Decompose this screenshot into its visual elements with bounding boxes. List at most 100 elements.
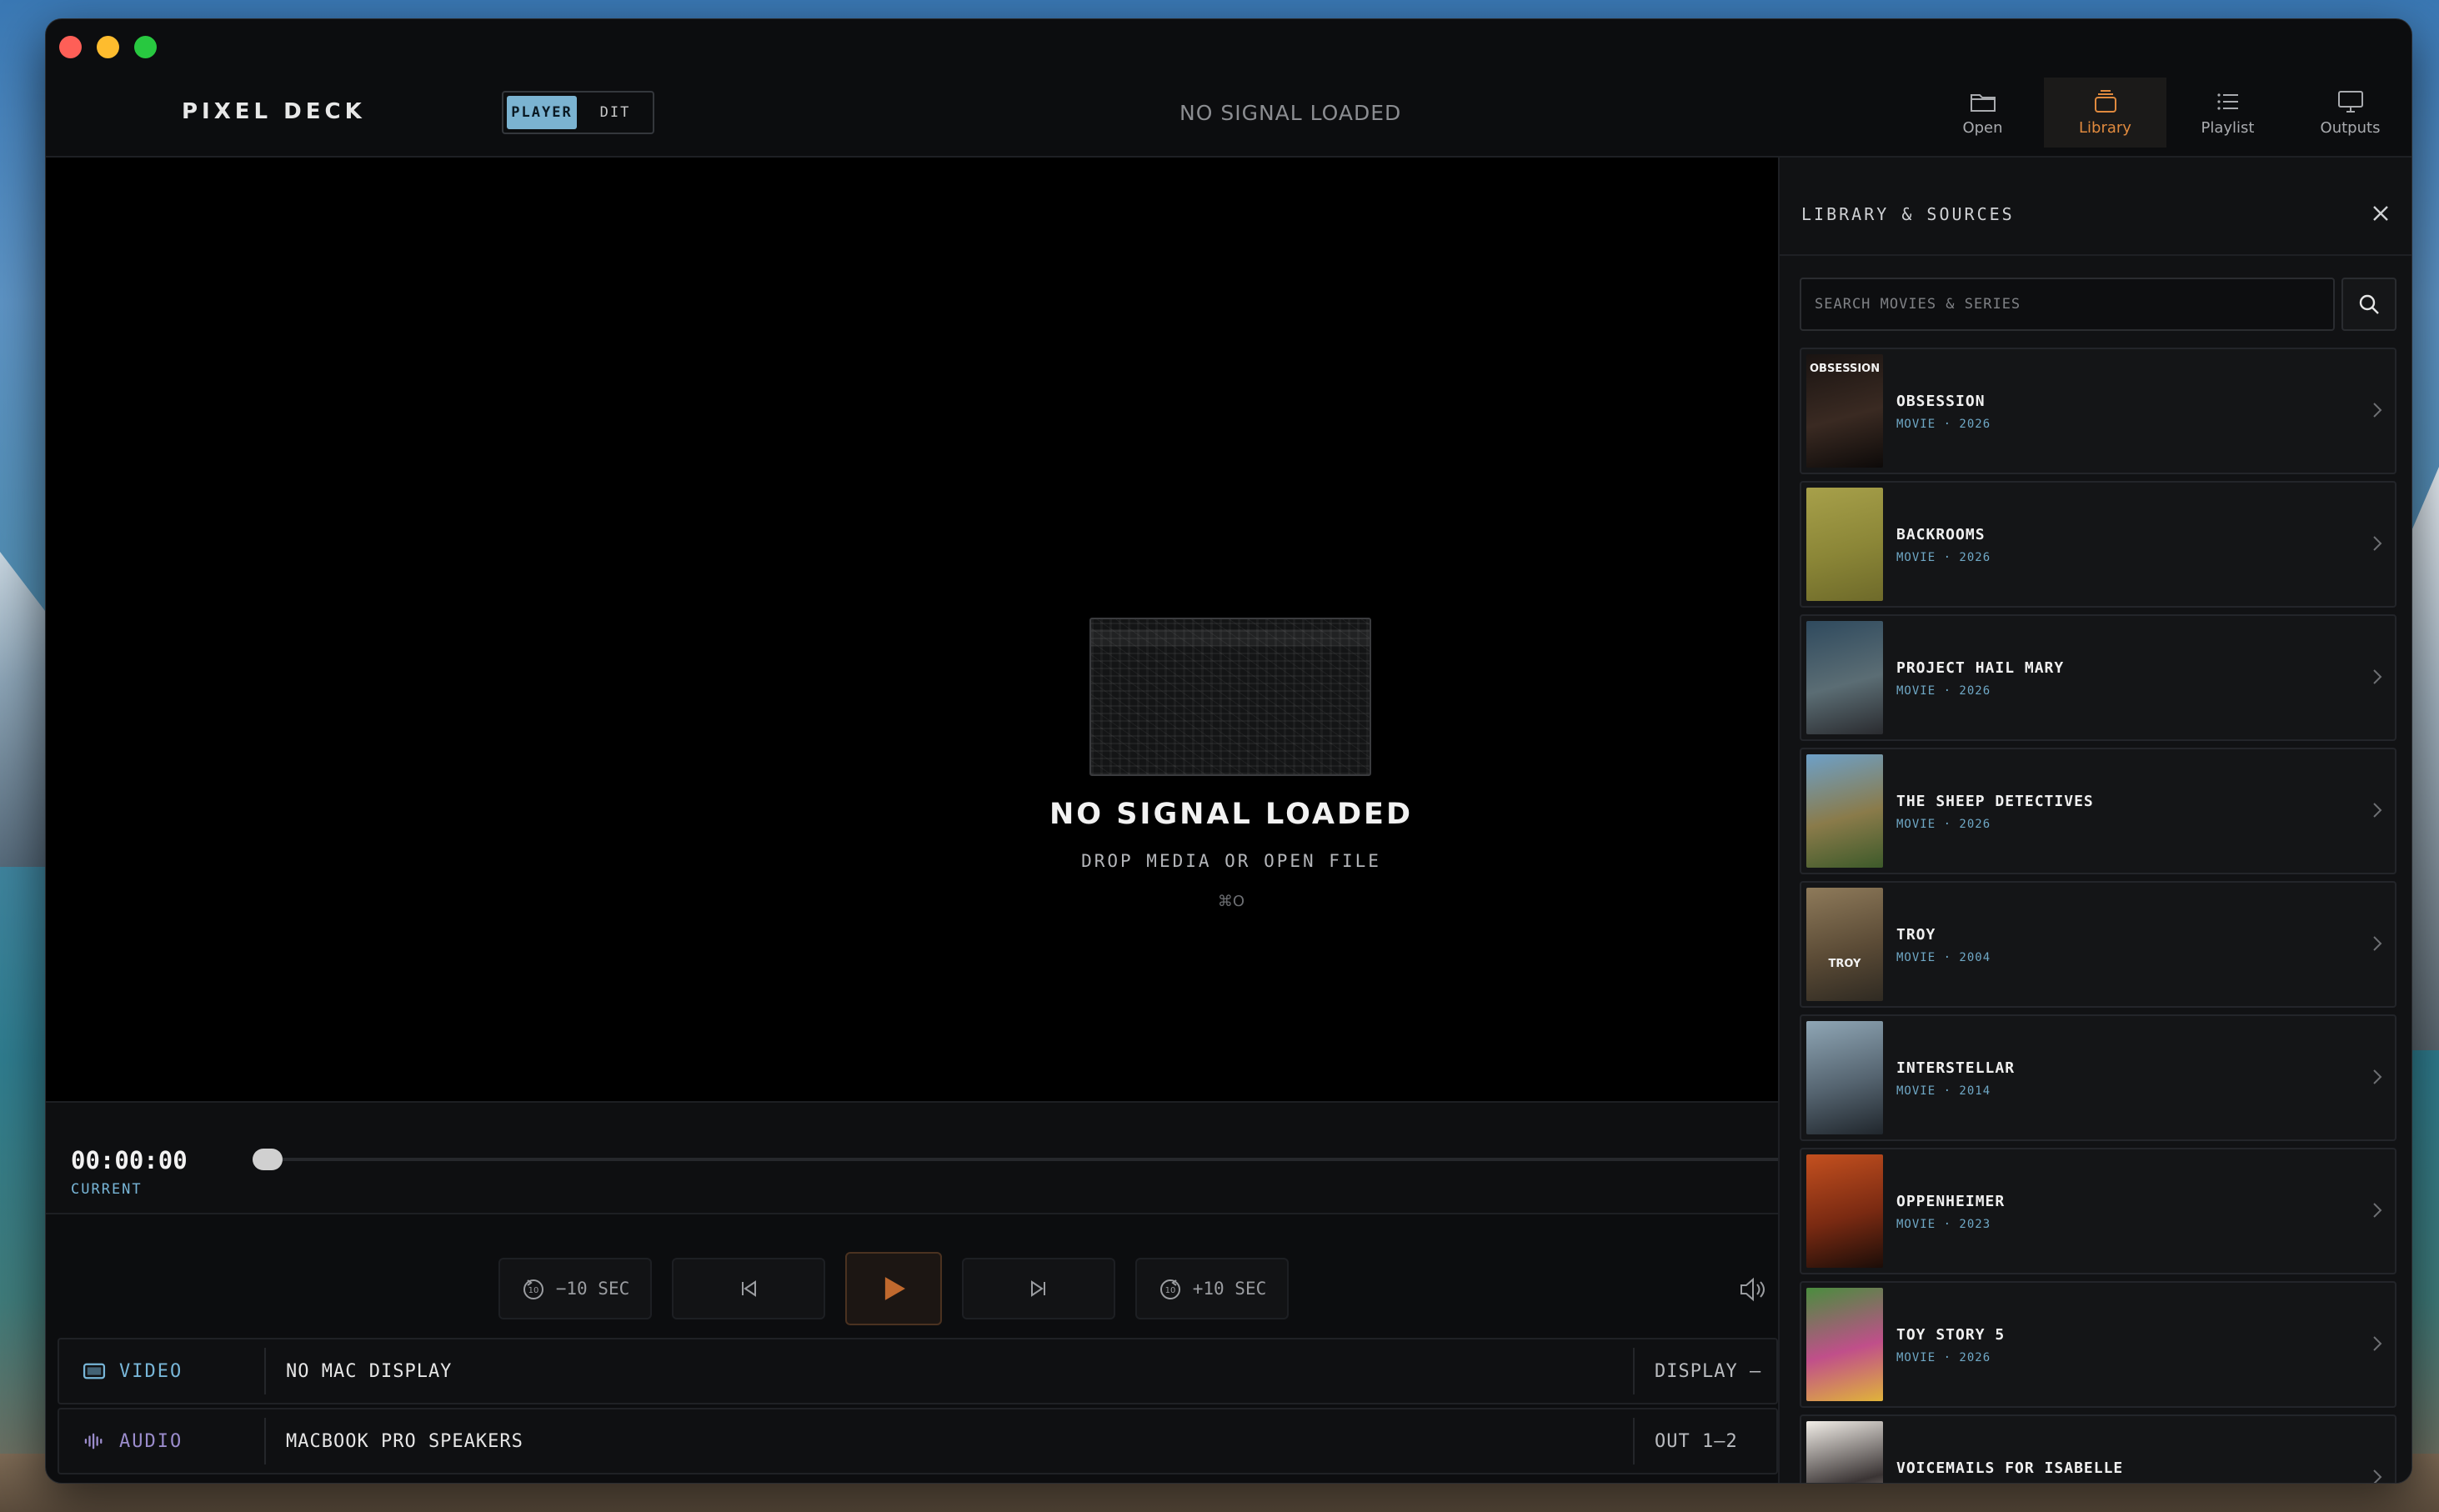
audio-output-row[interactable]: AUDIO MACBOOK PRO SPEAKERS OUT 1–2 xyxy=(58,1408,1778,1474)
chevron-right-icon xyxy=(2373,669,2382,684)
poster-image xyxy=(1806,1421,1883,1483)
library-item-meta: MOVIE · 2026 xyxy=(1896,551,1991,564)
folder-icon xyxy=(1970,93,1996,112)
open-shortcut-hint: ⌘O xyxy=(1217,893,1245,910)
library-button[interactable]: Library xyxy=(2044,78,2166,148)
top-bar: PIXEL DECK PLAYER DIT NO SIGNAL LOADED O… xyxy=(46,19,2411,158)
rewind-10-icon: 10 xyxy=(523,1279,543,1299)
video-viewer[interactable]: NO SIGNAL LOADED DROP MEDIA OR OPEN FILE… xyxy=(46,158,1778,1101)
poster-text: OBSESSION xyxy=(1810,363,1881,375)
previous-frame-button[interactable] xyxy=(672,1258,825,1319)
library-item-meta: MOVIE · 2026 xyxy=(1896,1351,1991,1364)
poster-image: TROY xyxy=(1806,888,1883,1001)
video-device: NO MAC DISPLAY xyxy=(286,1360,453,1382)
poster-image xyxy=(1806,488,1883,601)
library-item[interactable]: PROJECT HAIL MARY MOVIE · 2026 xyxy=(1800,614,2396,741)
library-panel: LIBRARY & SOURCES OBSESSION OBSESSION MOVI… xyxy=(1778,158,2411,1483)
monitor-icon xyxy=(2337,90,2363,113)
skip-forward-label: +10 SEC xyxy=(1192,1279,1267,1299)
timecode: 00:00:00 xyxy=(71,1146,188,1174)
library-item-title: VOICEMAILS FOR ISABELLE xyxy=(1896,1459,2124,1477)
library-item-title: BACKROOMS xyxy=(1896,526,1986,543)
play-button[interactable] xyxy=(845,1252,942,1325)
next-frame-button[interactable] xyxy=(962,1258,1115,1319)
library-item-meta: MOVIE · 2004 xyxy=(1896,951,1991,964)
library-item-meta: MOVIE · 2026 xyxy=(1896,818,1991,831)
chevron-right-icon xyxy=(2373,536,2382,551)
chevron-right-icon xyxy=(2373,1469,2382,1483)
library-panel-title: LIBRARY & SOURCES xyxy=(1801,204,2015,224)
scrub-track[interactable] xyxy=(254,1158,1778,1161)
library-item[interactable]: BACKROOMS MOVIE · 2026 xyxy=(1800,481,2396,608)
mode-dit-button[interactable]: DIT xyxy=(582,96,649,129)
mode-toggle: PLAYER DIT xyxy=(502,91,654,134)
video-kind: VIDEO xyxy=(59,1348,266,1394)
library-item[interactable]: OPPENHEIMER MOVIE · 2023 xyxy=(1800,1148,2396,1274)
poster-image xyxy=(1806,1154,1883,1268)
poster-image xyxy=(1806,1288,1883,1401)
close-icon[interactable] xyxy=(2370,203,2391,224)
chevron-right-icon xyxy=(2373,403,2382,418)
signal-status: NO SIGNAL LOADED xyxy=(1179,101,1402,125)
open-label: Open xyxy=(1962,118,2003,137)
poster-image: OBSESSION xyxy=(1806,354,1883,468)
library-label: Library xyxy=(2079,118,2131,137)
audio-device: MACBOOK PRO SPEAKERS xyxy=(286,1430,523,1452)
playlist-label: Playlist xyxy=(2201,118,2255,137)
no-signal-placeholder xyxy=(1089,618,1371,776)
chevron-right-icon xyxy=(2373,936,2382,951)
audio-route[interactable]: OUT 1–2 xyxy=(1633,1418,1776,1464)
library-item-meta: MOVIE · 2014 xyxy=(1896,1084,1991,1098)
chevron-right-icon xyxy=(2373,1069,2382,1084)
audio-kind: AUDIO xyxy=(59,1418,266,1464)
display-icon xyxy=(83,1363,106,1379)
chevron-right-icon xyxy=(2373,803,2382,818)
svg-text:10: 10 xyxy=(528,1286,538,1295)
library-item[interactable]: TOY STORY 5 MOVIE · 2026 xyxy=(1800,1281,2396,1408)
library-item[interactable]: INTERSTELLAR MOVIE · 2014 xyxy=(1800,1014,2396,1141)
timecode-label: CURRENT xyxy=(71,1181,143,1198)
library-item-title: PROJECT HAIL MARY xyxy=(1896,659,2065,677)
skip-forward-button[interactable]: 10 +10 SEC xyxy=(1135,1258,1289,1319)
step-back-icon xyxy=(742,1280,756,1297)
scrub-handle[interactable] xyxy=(253,1149,283,1170)
video-label: VIDEO xyxy=(119,1360,183,1382)
poster-text: TROY xyxy=(1828,958,1861,970)
search-input[interactable] xyxy=(1800,278,2335,331)
poster-image xyxy=(1806,754,1883,868)
library-item[interactable]: VOICEMAILS FOR ISABELLEMOVIE · 2026 xyxy=(1800,1414,2396,1483)
library-item-meta: MOVIE · 2026 xyxy=(1896,684,1991,698)
library-item[interactable]: TROY TROY MOVIE · 2004 xyxy=(1800,881,2396,1008)
list-icon xyxy=(2216,93,2238,110)
library-panel-header: LIBRARY & SOURCES xyxy=(1780,158,2411,256)
library-item-title: TOY STORY 5 xyxy=(1896,1326,2006,1344)
library-item-meta: MOVIE · 2023 xyxy=(1896,1218,1991,1231)
skip-back-label: −10 SEC xyxy=(555,1279,630,1299)
drop-media-hint: DROP MEDIA OR OPEN FILE xyxy=(1081,851,1381,871)
video-route[interactable]: DISPLAY — xyxy=(1633,1348,1776,1394)
outputs-button[interactable]: Outputs xyxy=(2289,78,2411,148)
transport-controls: 10 −10 SEC 10 +10 SEC xyxy=(46,1214,1778,1344)
search-icon xyxy=(2359,294,2379,314)
library-item[interactable]: OBSESSION OBSESSION MOVIE · 2026 xyxy=(1800,348,2396,474)
library-item-meta: MOVIE · 2026 xyxy=(1896,418,1991,431)
step-forward-icon xyxy=(1031,1280,1045,1297)
volume-icon[interactable] xyxy=(1736,1273,1770,1306)
search-button[interactable] xyxy=(2341,278,2396,331)
app-brand: PIXEL DECK xyxy=(182,99,366,124)
library-item-title: OBSESSION xyxy=(1896,393,1986,410)
playlist-button[interactable]: Playlist xyxy=(2166,78,2289,148)
chevron-right-icon xyxy=(2373,1203,2382,1218)
library-icon xyxy=(2094,89,2116,113)
library-item[interactable]: THE SHEEP DETECTIVES MOVIE · 2026 xyxy=(1800,748,2396,874)
skip-back-button[interactable]: 10 −10 SEC xyxy=(498,1258,652,1319)
svg-text:10: 10 xyxy=(1164,1286,1175,1295)
mode-player-button[interactable]: PLAYER xyxy=(507,96,577,129)
library-list: OBSESSION OBSESSION MOVIE · 2026 BACKROOMS M… xyxy=(1800,348,2396,1483)
poster-image xyxy=(1806,621,1883,734)
outputs-label: Outputs xyxy=(2320,118,2381,137)
video-output-row[interactable]: VIDEO NO MAC DISPLAY DISPLAY — xyxy=(58,1338,1778,1404)
open-button[interactable]: Open xyxy=(1921,78,2044,148)
play-icon xyxy=(884,1277,905,1300)
waveform-icon xyxy=(84,1433,103,1449)
